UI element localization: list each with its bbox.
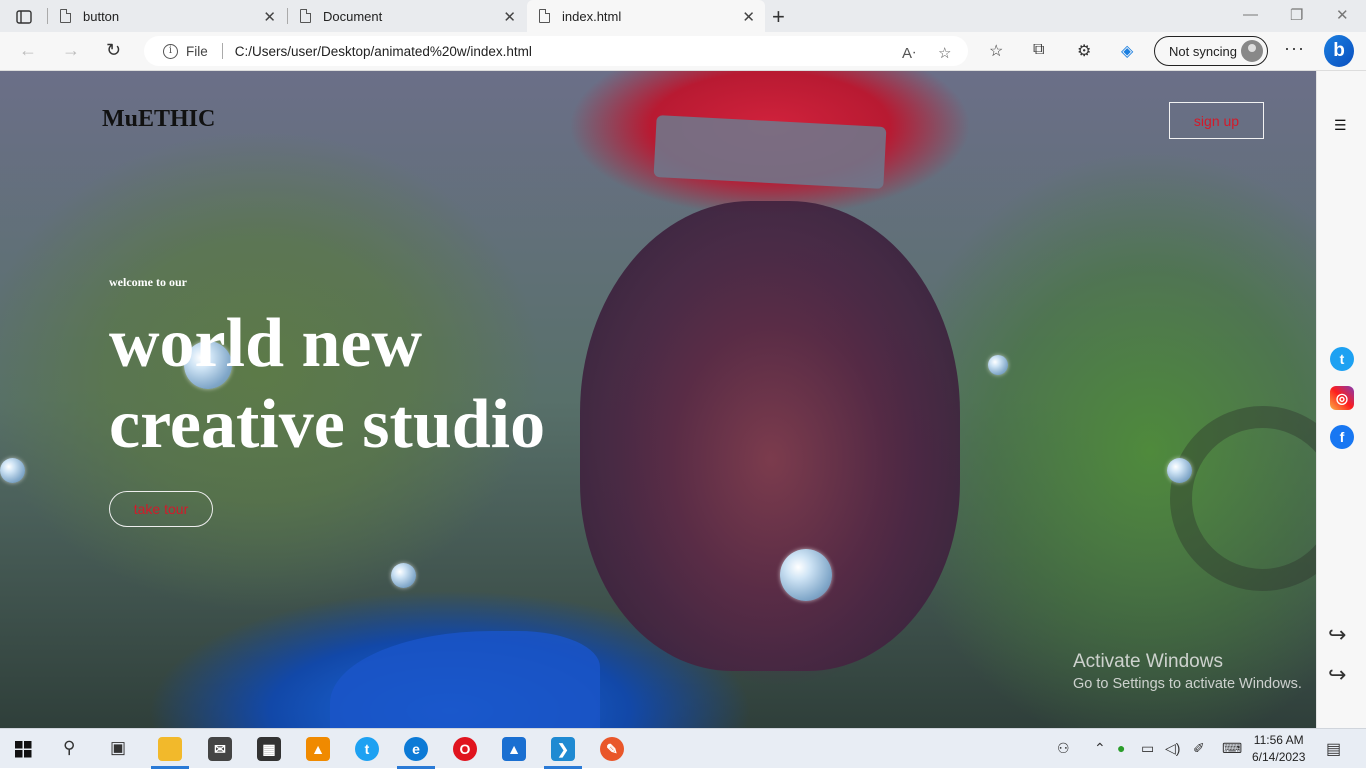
close-tab-icon[interactable]: ✕	[503, 8, 516, 26]
edge-icon[interactable]: e	[404, 737, 428, 761]
floating-bubble	[780, 549, 832, 601]
tab-title: Document	[323, 8, 383, 24]
file-scheme-label: File	[186, 43, 208, 59]
vlc-icon[interactable]: ▲	[306, 737, 330, 761]
pen-icon[interactable]: ✐	[1193, 740, 1205, 757]
sync-status-label: Not syncing	[1169, 43, 1237, 59]
tab-actions-icon	[16, 10, 32, 24]
more-menu-icon[interactable]: ···	[1284, 38, 1305, 59]
document-icon	[300, 9, 311, 23]
tab-title: button	[83, 8, 120, 24]
hero-headline: world new creative studio	[109, 303, 545, 465]
people-icon[interactable]: ⚇	[1057, 740, 1070, 757]
bing-chat-icon[interactable]: b	[1324, 35, 1354, 67]
file-explorer-icon[interactable]	[158, 737, 182, 761]
volume-icon[interactable]: ◁)	[1165, 740, 1180, 757]
info-icon[interactable]: i	[163, 43, 178, 59]
favorites-icon[interactable]: ☆	[989, 41, 1003, 61]
back-button[interactable]: ←	[19, 40, 37, 61]
instagram-icon[interactable]: ◎	[1330, 386, 1354, 410]
address-bar[interactable]: i File C:/Users/user/Desktop/animated%20…	[144, 36, 968, 66]
mail-icon[interactable]: ✉	[208, 737, 232, 761]
tab-actions-button[interactable]	[9, 6, 39, 28]
profile-sync-button[interactable]: Not syncing	[1154, 36, 1268, 66]
tab-index-html[interactable]: index.html ✕	[527, 0, 765, 32]
list-menu-icon[interactable]: ☰	[1334, 117, 1347, 134]
browser-essentials-icon[interactable]: ◈	[1121, 41, 1133, 61]
tab-button[interactable]: button ✕	[48, 0, 286, 32]
activate-windows-watermark: Activate Windows Go to Settings to activ…	[1073, 651, 1302, 692]
windows-taskbar: ⚲ ▣ ✉ ▦ ▲ t e O ▲ ❯ ✎ ⚇ ⌃ ● ▭ ◁) ✐ ⌨ 11:…	[0, 728, 1366, 769]
twitter-icon[interactable]: t	[1330, 347, 1354, 371]
hero-kicker: welcome to our	[109, 275, 187, 289]
battery-icon[interactable]: ▭	[1141, 740, 1154, 757]
tab-title: index.html	[562, 8, 622, 24]
tab-document[interactable]: Document ✕	[288, 0, 526, 32]
tab-strip: button ✕ Document ✕ index.html ✕ + — ❐ ✕	[0, 0, 1366, 32]
vscode-icon[interactable]: ❯	[551, 737, 575, 761]
clock-date: 6/14/2023	[1252, 750, 1306, 764]
show-hidden-icons[interactable]: ⌃	[1094, 740, 1106, 757]
add-favorite-icon[interactable]: ☆	[938, 44, 951, 62]
hero-portrait	[580, 201, 960, 671]
floating-bubble	[1167, 458, 1192, 483]
opera-icon[interactable]: O	[453, 737, 477, 761]
search-icon[interactable]: ⚲	[63, 738, 75, 758]
photos-icon[interactable]: ▲	[502, 737, 526, 761]
windows-start-icon[interactable]	[15, 741, 32, 758]
close-tab-icon[interactable]: ✕	[742, 8, 755, 26]
system-clock[interactable]: 11:56 AM 6/14/2023	[1252, 732, 1305, 766]
document-icon	[60, 9, 71, 23]
hoodie-graphic	[330, 631, 600, 728]
extensions-icon[interactable]: ⚙	[1077, 41, 1091, 61]
share-icon[interactable]: ↪	[1328, 662, 1346, 688]
new-tab-button[interactable]: +	[772, 4, 785, 30]
url-text[interactable]: C:/Users/user/Desktop/animated%20w/index…	[235, 44, 532, 59]
edge-sidebar: ☰ t ◎ f ↪ ↪	[1316, 71, 1366, 728]
task-view-icon[interactable]: ▣	[110, 738, 126, 758]
clock-time: 11:56 AM	[1253, 733, 1304, 747]
close-window-button[interactable]: ✕	[1336, 6, 1349, 24]
minimize-button[interactable]: —	[1243, 6, 1258, 23]
share-icon[interactable]: ↪	[1328, 622, 1346, 648]
close-tab-icon[interactable]: ✕	[263, 8, 276, 26]
profile-avatar-icon	[1241, 40, 1263, 62]
watermark-title: Activate Windows	[1073, 651, 1223, 672]
decorative-ring	[1170, 406, 1316, 591]
notifications-icon[interactable]: ▤	[1326, 739, 1341, 759]
security-icon[interactable]: ●	[1117, 740, 1125, 756]
browser-toolbar: ← → ↻ i File C:/Users/user/Desktop/anima…	[0, 32, 1366, 71]
url-separator	[221, 43, 223, 59]
twitter-app-icon[interactable]: t	[355, 737, 379, 761]
paint-icon[interactable]: ✎	[600, 737, 624, 761]
headline-line-1: world new	[109, 305, 423, 382]
restore-button[interactable]: ❐	[1290, 6, 1303, 24]
refresh-button[interactable]: ↻	[106, 40, 121, 61]
microsoft-store-icon[interactable]: ▦	[257, 737, 281, 761]
cap-strap-graphic	[653, 115, 887, 189]
document-icon	[539, 9, 550, 23]
floating-bubble	[0, 458, 25, 483]
keyboard-icon[interactable]: ⌨	[1222, 740, 1242, 757]
collections-icon[interactable]: ⧉	[1033, 41, 1044, 59]
watermark-subtitle: Go to Settings to activate Windows.	[1073, 676, 1302, 692]
web-page-viewport: MuETHIC sign up welcome to our world new…	[0, 71, 1316, 728]
headline-line-2: creative studio	[109, 386, 546, 463]
facebook-icon[interactable]: f	[1330, 425, 1354, 449]
sign-up-button[interactable]: sign up	[1169, 102, 1264, 139]
floating-bubble	[391, 563, 416, 588]
forward-button[interactable]: →	[62, 40, 80, 61]
take-tour-button[interactable]: take tour	[109, 491, 213, 527]
read-aloud-icon[interactable]: A͏ᐧ	[902, 44, 916, 62]
floating-bubble	[988, 355, 1008, 375]
site-logo[interactable]: MuETHIC	[102, 106, 215, 133]
